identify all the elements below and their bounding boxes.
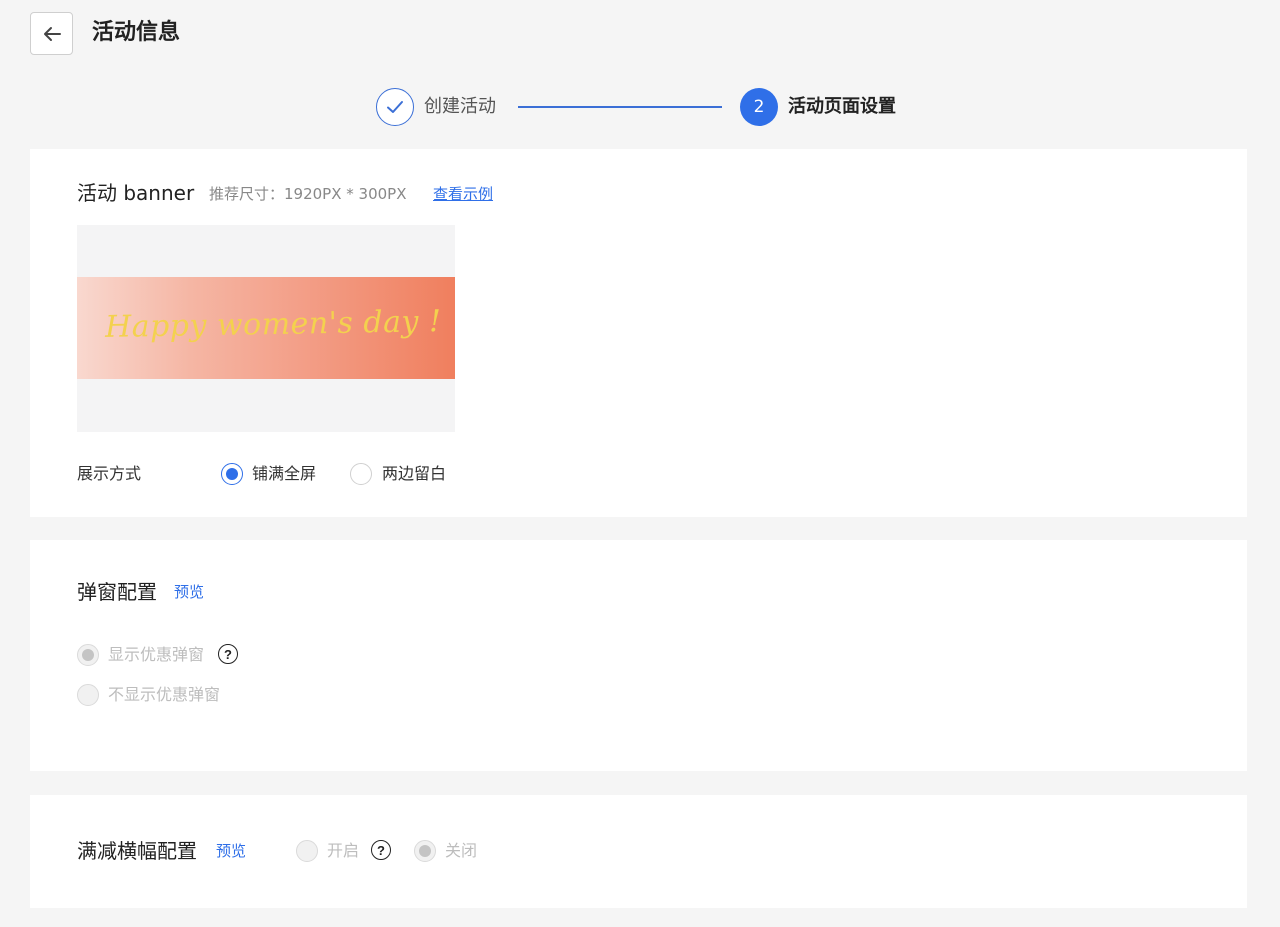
step-1-label: 创建活动 [424, 96, 496, 117]
step-connector [518, 106, 722, 108]
step-2-label: 活动页面设置 [788, 96, 896, 117]
radio-side-margin[interactable] [350, 463, 372, 485]
banner-size-hint: 推荐尺寸：1920PX * 300PX [209, 185, 407, 203]
banner-image-text: Happy women's day ! [104, 304, 442, 345]
step-done-check-icon [376, 88, 414, 126]
radio-fullcut-on-label[interactable]: 开启 [327, 840, 359, 862]
help-icon[interactable]: ? [218, 644, 238, 664]
radio-fullscreen-label[interactable]: 铺满全屏 [252, 463, 316, 485]
banner-section-title: 活动 banner [77, 181, 195, 205]
fullcut-preview-link[interactable]: 预览 [216, 840, 246, 862]
help-icon[interactable]: ? [371, 840, 391, 860]
banner-preview[interactable]: Happy women's day ! [77, 225, 455, 432]
back-button[interactable] [30, 12, 73, 55]
radio-side-margin-label[interactable]: 两边留白 [382, 463, 446, 485]
radio-fullcut-on[interactable] [296, 840, 318, 862]
popup-config-card: 弹窗配置 预览 显示优惠弹窗 ? 不显示优惠弹窗 [30, 540, 1247, 771]
view-example-link[interactable]: 查看示例 [433, 183, 493, 205]
fullcut-banner-card: 满减横幅配置 预览 开启 ? 关闭 [30, 795, 1247, 908]
radio-fullscreen[interactable] [221, 463, 243, 485]
step-2-number: 2 [740, 88, 778, 126]
radio-show-popup[interactable] [77, 644, 99, 666]
display-mode-label: 展示方式 [77, 464, 142, 483]
arrow-left-icon [43, 26, 61, 41]
fullcut-section-title: 满减横幅配置 [77, 839, 197, 863]
banner-image: Happy women's day ! [77, 277, 455, 379]
radio-hide-popup-label[interactable]: 不显示优惠弹窗 [108, 684, 220, 706]
radio-fullcut-off[interactable] [414, 840, 436, 862]
popup-preview-link[interactable]: 预览 [174, 581, 204, 603]
popup-section-title: 弹窗配置 [77, 580, 157, 604]
radio-show-popup-label[interactable]: 显示优惠弹窗 [108, 644, 204, 666]
page-title: 活动信息 [92, 20, 181, 45]
radio-fullcut-off-label[interactable]: 关闭 [445, 840, 477, 862]
banner-card: 活动 banner 推荐尺寸：1920PX * 300PX 查看示例 Happy… [30, 149, 1247, 517]
radio-hide-popup[interactable] [77, 684, 99, 706]
